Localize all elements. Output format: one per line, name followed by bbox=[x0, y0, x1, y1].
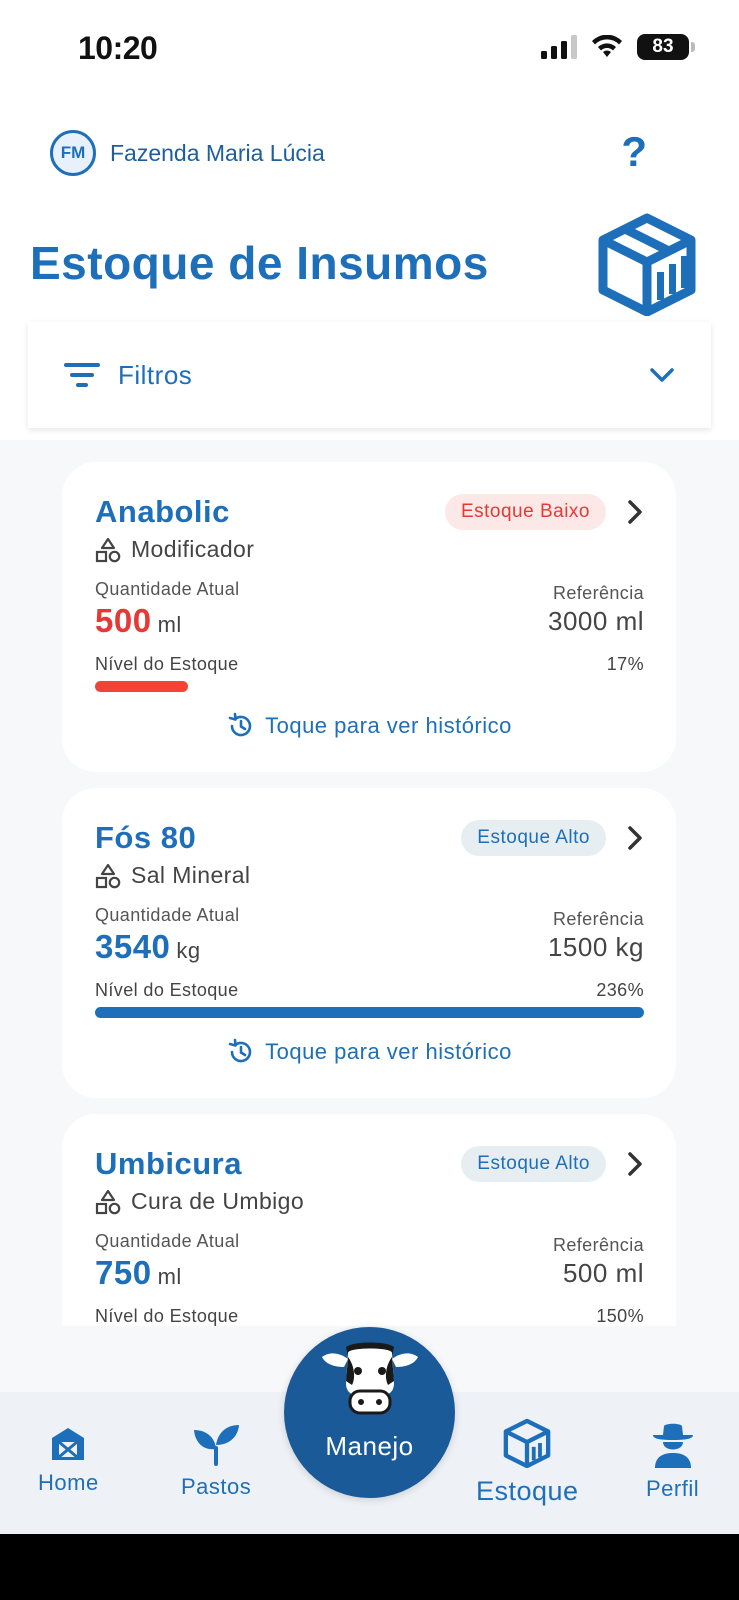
status-time: 10:20 bbox=[78, 30, 158, 66]
stock-level-bar bbox=[95, 1007, 644, 1018]
history-link[interactable]: Toque para ver histórico bbox=[95, 712, 644, 740]
item-name: Fós 80 bbox=[95, 820, 197, 855]
history-icon bbox=[228, 712, 252, 737]
inventory-list[interactable]: Anabolic Estoque Baixo Modificador Quant… bbox=[0, 440, 739, 1326]
level-percent: 17% bbox=[606, 654, 644, 674]
status-badge: Estoque Alto bbox=[461, 1146, 606, 1182]
reference-value: 1500 bbox=[547, 932, 608, 962]
item-type: Modificador bbox=[131, 536, 255, 562]
level-percent: 150% bbox=[596, 1306, 644, 1326]
status-badge: Estoque Baixo bbox=[444, 494, 606, 530]
wifi-icon bbox=[592, 35, 622, 57]
level-label: Nível do Estoque bbox=[95, 654, 239, 674]
quantity-label: Quantidade Atual bbox=[95, 579, 240, 599]
category-shapes-icon bbox=[95, 537, 121, 562]
nav-pastos[interactable]: Pastos bbox=[181, 1422, 251, 1500]
filters-label: Filtros bbox=[118, 359, 193, 390]
category-shapes-icon bbox=[95, 863, 121, 888]
chevron-right-icon[interactable] bbox=[626, 499, 644, 525]
reference-unit: kg bbox=[615, 932, 644, 962]
item-type: Sal Mineral bbox=[131, 862, 251, 888]
reference-value: 500 bbox=[562, 1258, 608, 1288]
level-label: Nível do Estoque bbox=[95, 1306, 239, 1326]
quantity-value: 500 bbox=[95, 602, 152, 639]
history-label: Toque para ver histórico bbox=[265, 1039, 512, 1064]
page-title: Estoque de Insumos bbox=[30, 237, 489, 289]
item-type: Cura de Umbigo bbox=[131, 1188, 305, 1214]
quantity-value: 3540 bbox=[95, 928, 171, 965]
farm-selector[interactable]: FM Fazenda Maria Lúcia bbox=[50, 130, 325, 176]
battery-icon: 83 bbox=[637, 34, 695, 60]
quantity-unit: kg bbox=[176, 938, 201, 963]
inventory-card[interactable]: Umbicura Estoque Alto Cura de Umbigo Qua… bbox=[62, 1114, 676, 1326]
nav-estoque-label: Estoque bbox=[476, 1476, 579, 1506]
barn-icon bbox=[52, 1428, 85, 1460]
farm-avatar: FM bbox=[50, 130, 96, 176]
inventory-box-icon bbox=[503, 1418, 551, 1468]
inventory-card[interactable]: Anabolic Estoque Baixo Modificador Quant… bbox=[62, 462, 676, 772]
chevron-right-icon[interactable] bbox=[626, 825, 644, 851]
stock-level-fill bbox=[95, 681, 189, 692]
inventory-card[interactable]: Fós 80 Estoque Alto Sal Mineral Quantida… bbox=[62, 788, 676, 1098]
category-shapes-icon bbox=[95, 1189, 121, 1214]
quantity-unit: ml bbox=[157, 1264, 182, 1289]
filter-icon bbox=[64, 363, 100, 387]
cow-icon bbox=[321, 1342, 418, 1415]
history-label: Toque para ver histórico bbox=[265, 713, 512, 738]
help-button[interactable]: ? bbox=[621, 128, 647, 176]
chevron-right-icon[interactable] bbox=[626, 1151, 644, 1177]
stock-level-fill bbox=[95, 1007, 644, 1018]
farm-name: Fazenda Maria Lúcia bbox=[110, 139, 325, 166]
reference-unit: ml bbox=[615, 1258, 644, 1288]
system-bar bbox=[0, 1534, 739, 1600]
nav-perfil-label: Perfil bbox=[646, 1476, 700, 1501]
item-name: Anabolic bbox=[95, 494, 230, 529]
quantity-value: 750 bbox=[95, 1254, 152, 1291]
reference-value: 3000 bbox=[547, 606, 608, 636]
status-icons: 83 bbox=[541, 34, 695, 60]
status-badge: Estoque Alto bbox=[461, 820, 606, 856]
nav-estoque[interactable]: Estoque bbox=[476, 1418, 579, 1507]
nav-home[interactable]: Home bbox=[38, 1422, 99, 1496]
level-percent: 236% bbox=[596, 980, 644, 1000]
reference-unit: ml bbox=[615, 606, 644, 636]
nav-manejo-label: Manejo bbox=[325, 1431, 414, 1461]
reference-label: Referência bbox=[552, 583, 644, 603]
signal-icon bbox=[541, 35, 577, 59]
sprout-icon bbox=[194, 1425, 240, 1466]
status-bar: 10:20 83 bbox=[0, 0, 739, 100]
history-icon bbox=[228, 1038, 252, 1063]
item-name: Umbicura bbox=[95, 1146, 242, 1181]
inventory-box-icon bbox=[598, 213, 696, 316]
quantity-label: Quantidade Atual bbox=[95, 1231, 240, 1251]
quantity-label: Quantidade Atual bbox=[95, 905, 240, 925]
farmer-icon bbox=[652, 1423, 693, 1468]
reference-label: Referência bbox=[552, 909, 644, 929]
stock-level-bar bbox=[95, 681, 644, 692]
reference-label: Referência bbox=[552, 1235, 644, 1255]
level-label: Nível do Estoque bbox=[95, 980, 239, 1000]
nav-pastos-label: Pastos bbox=[181, 1474, 252, 1499]
quantity-unit: ml bbox=[157, 612, 182, 637]
nav-manejo-button[interactable]: Manejo bbox=[284, 1327, 455, 1498]
chevron-down-icon bbox=[650, 368, 674, 382]
history-link[interactable]: Toque para ver histórico bbox=[95, 1038, 644, 1066]
filters-dropdown[interactable]: Filtros bbox=[28, 322, 711, 428]
nav-perfil[interactable]: Perfil bbox=[646, 1422, 699, 1502]
nav-home-label: Home bbox=[38, 1470, 99, 1495]
